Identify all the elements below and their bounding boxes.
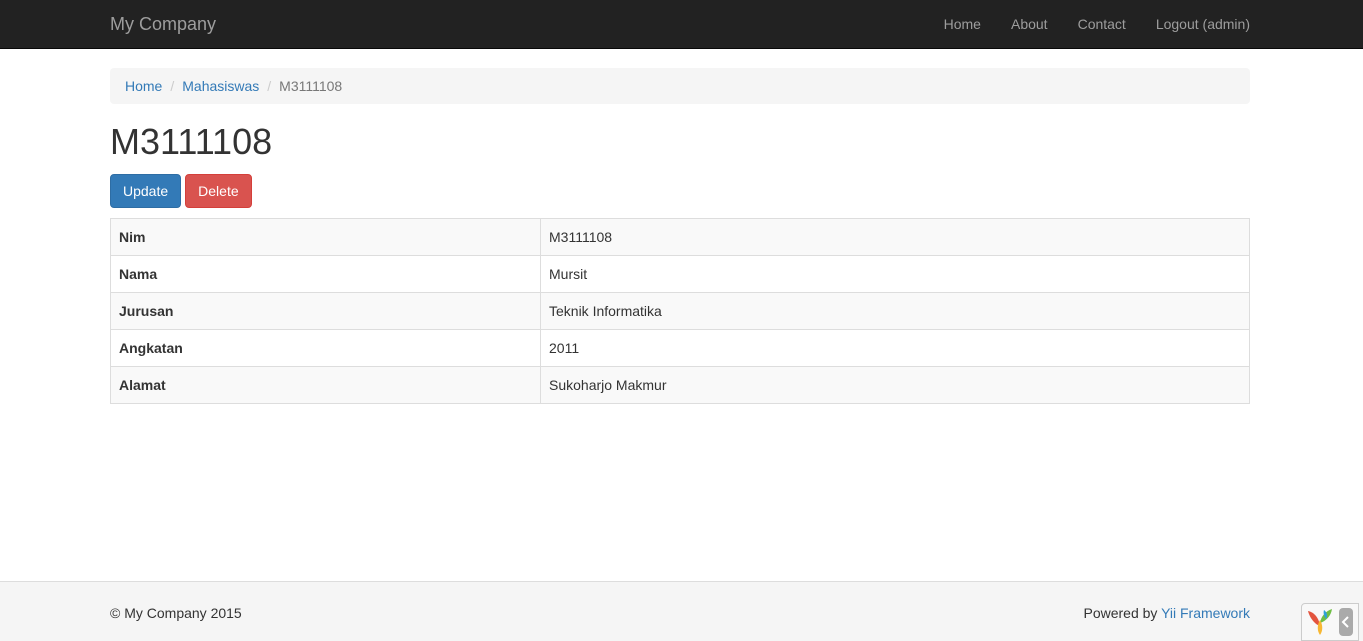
navbar: My Company Home About Contact Logout (ad… [0, 0, 1363, 49]
nav-item-about[interactable]: About [996, 14, 1063, 34]
field-value-alamat: Sukoharjo Makmur [540, 366, 1250, 404]
field-label-angkatan: Angkatan [110, 329, 541, 367]
breadcrumb-current: M3111108 [279, 78, 343, 94]
breadcrumb-separator: / [267, 78, 272, 94]
breadcrumb-home[interactable]: Home [125, 76, 162, 96]
table-row: Alamat Sukoharjo Makmur [110, 366, 1250, 404]
table-row: Jurusan Teknik Informatika [110, 292, 1250, 330]
delete-button[interactable]: Delete [185, 174, 252, 208]
field-value-nim: M3111108 [540, 218, 1250, 256]
nav-item-logout[interactable]: Logout (admin) [1141, 14, 1250, 34]
footer-copyright: © My Company 2015 [110, 605, 242, 621]
yii-logo-icon[interactable] [1305, 606, 1335, 639]
page-title: M3111108 [110, 121, 273, 162]
chevron-left-icon[interactable] [1339, 608, 1353, 636]
yii-framework-link[interactable]: Yii Framework [1161, 605, 1250, 621]
table-row: Angkatan 2011 [110, 329, 1250, 367]
breadcrumb: Home / Mahasiswas / M3111108 [110, 68, 1250, 104]
brand-link[interactable]: My Company [110, 13, 216, 35]
table-row: Nama Mursit [110, 255, 1250, 293]
field-label-alamat: Alamat [110, 366, 541, 404]
powered-by-text: Powered by [1083, 605, 1158, 621]
update-button[interactable]: Update [110, 174, 182, 208]
footer: © My Company 2015 Powered by Yii Framewo… [0, 581, 1363, 641]
field-value-angkatan: 2011 [540, 329, 1250, 367]
debug-toolbar[interactable] [1301, 603, 1359, 641]
breadcrumb-mahasiswas[interactable]: Mahasiswas [182, 76, 259, 96]
field-value-nama: Mursit [540, 255, 1250, 293]
action-buttons: Update Delete [110, 174, 1250, 208]
field-label-nama: Nama [110, 255, 541, 293]
field-label-jurusan: Jurusan [110, 292, 541, 330]
detail-table: Nim M3111108 Nama Mursit Jurusan Teknik … [110, 218, 1250, 404]
nav-menu: Home About Contact Logout (admin) [929, 0, 1250, 48]
field-label-nim: Nim [110, 218, 541, 256]
table-row: Nim M3111108 [110, 218, 1250, 256]
nav-item-home[interactable]: Home [929, 14, 996, 34]
nav-item-contact[interactable]: Contact [1063, 14, 1141, 34]
field-value-jurusan: Teknik Informatika [540, 292, 1250, 330]
footer-powered-by: Powered by Yii Framework [1083, 603, 1250, 623]
breadcrumb-separator: / [170, 78, 175, 94]
